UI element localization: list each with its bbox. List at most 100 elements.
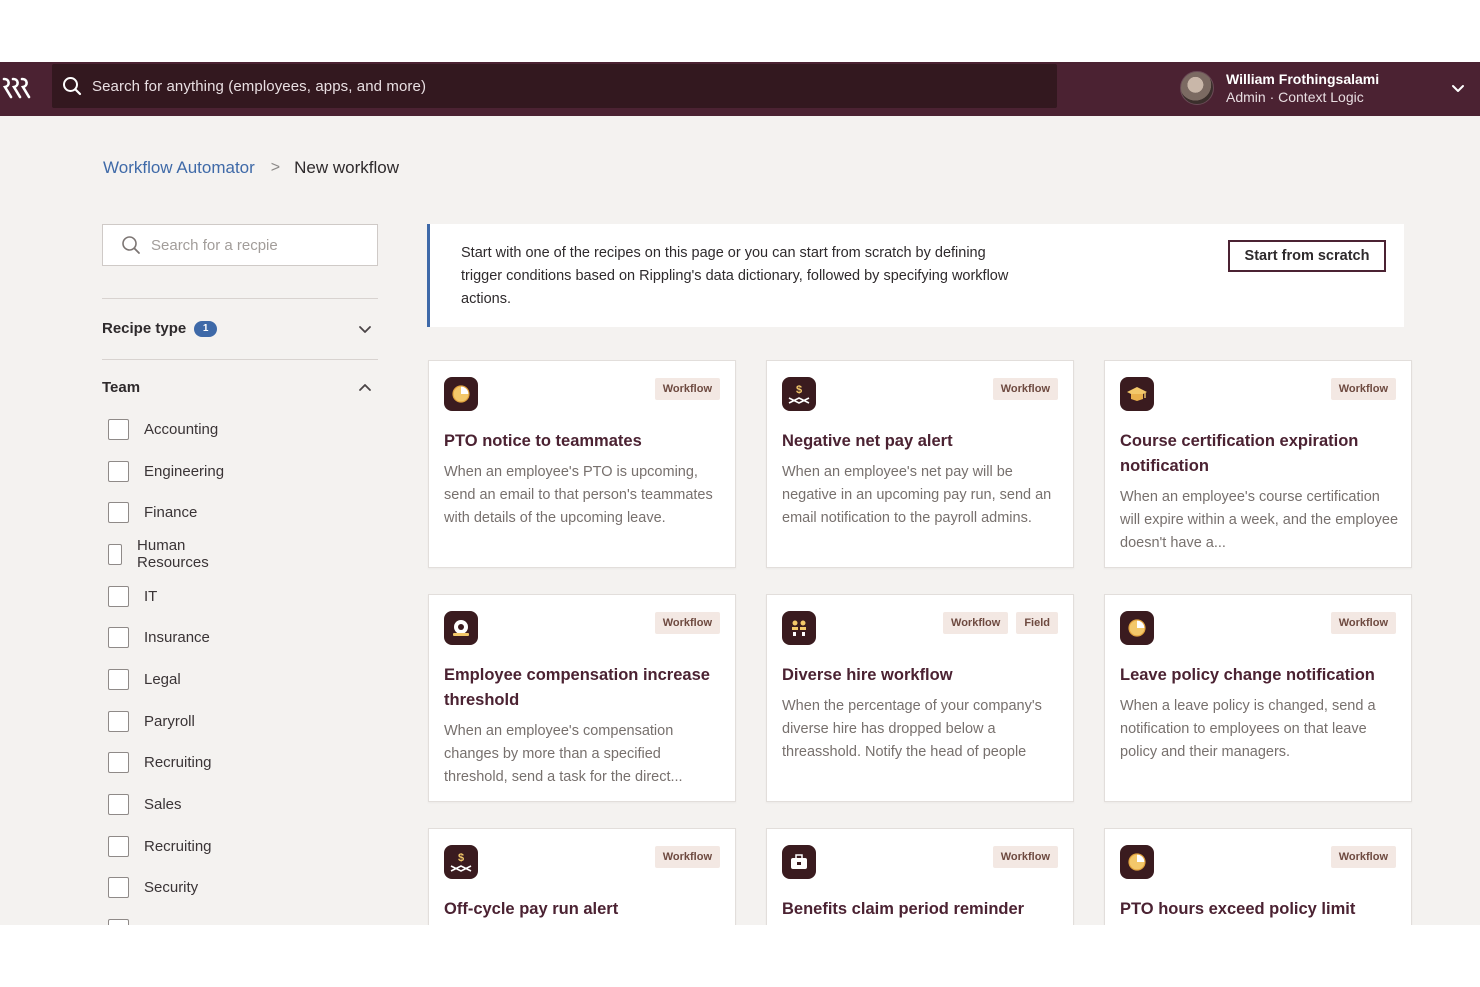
breadcrumb-workflow-automator[interactable]: Workflow Automator bbox=[103, 158, 255, 178]
card-description: When an employee's PTO is upcoming, send… bbox=[444, 464, 713, 526]
start-from-scratch-button[interactable]: Start from scratch bbox=[1228, 240, 1386, 272]
recipe-card[interactable]: $ Workflow Off-cycle pay run alert bbox=[428, 828, 736, 925]
top-navigation-bar: Search for anything (employees, apps, an… bbox=[0, 62, 1480, 116]
chevron-down-icon[interactable] bbox=[1450, 80, 1466, 96]
card-description: When an employee's course certification … bbox=[1120, 489, 1399, 551]
rippling-logo-icon[interactable] bbox=[2, 76, 32, 100]
checkbox[interactable] bbox=[108, 835, 129, 857]
pto-icon bbox=[444, 377, 478, 411]
payroll-icon: $ bbox=[444, 845, 478, 879]
team-option[interactable]: Finance bbox=[108, 501, 197, 523]
workflow-tag: Workflow bbox=[1330, 846, 1396, 868]
team-option[interactable]: Engineering bbox=[108, 460, 224, 482]
card-description: When a leave policy is changed, send a n… bbox=[1120, 698, 1376, 760]
recipe-card[interactable]: Workflow Benefits claim period reminder bbox=[766, 828, 1074, 925]
team-option[interactable] bbox=[108, 918, 129, 925]
checkbox[interactable] bbox=[108, 668, 129, 690]
recipe-card[interactable]: Workflow Course certification expiration… bbox=[1104, 360, 1412, 568]
workflow-tag: Workflow bbox=[1330, 612, 1396, 634]
checkbox[interactable] bbox=[108, 751, 129, 773]
pto-icon bbox=[1120, 611, 1154, 645]
search-icon bbox=[63, 77, 82, 96]
avatar[interactable] bbox=[1180, 71, 1214, 105]
search-icon bbox=[122, 236, 140, 254]
global-search-placeholder: Search for anything (employees, apps, an… bbox=[92, 77, 427, 95]
team-option[interactable]: Insurance bbox=[108, 626, 210, 648]
svg-text:$: $ bbox=[796, 384, 802, 396]
checkbox[interactable] bbox=[108, 418, 129, 440]
breadcrumb: Workflow Automator > New workflow bbox=[103, 158, 399, 178]
card-description: When the percentage of your company's di… bbox=[782, 698, 1042, 760]
team-option[interactable]: Recruiting bbox=[108, 751, 212, 773]
people-analytics-icon bbox=[782, 611, 816, 645]
chevron-up-icon[interactable] bbox=[358, 381, 372, 395]
sidebar-divider bbox=[102, 359, 378, 360]
sidebar-divider bbox=[102, 298, 378, 299]
team-option-label: Human Resources bbox=[137, 537, 209, 571]
card-title: Course certification expiration notifica… bbox=[1120, 432, 1359, 475]
recipe-card[interactable]: Workflow Field Diverse hire workflow Whe… bbox=[766, 594, 1074, 802]
user-menu[interactable]: William Frothingsalami Admin · Context L… bbox=[1180, 68, 1379, 108]
card-description: When an employee's compensation changes … bbox=[444, 723, 683, 785]
checkbox[interactable] bbox=[108, 793, 129, 815]
intro-text: Start with one of the recipes on this pa… bbox=[461, 245, 1009, 307]
card-description: When an employee's net pay will be negat… bbox=[782, 464, 1052, 526]
card-title: Employee compensation increase threshold bbox=[444, 666, 710, 709]
team-option-label: Insurance bbox=[144, 628, 210, 646]
card-title: Diverse hire workflow bbox=[782, 666, 953, 684]
team-option-label: Security bbox=[144, 878, 199, 896]
breadcrumb-current-page: New workflow bbox=[294, 158, 399, 177]
team-option-label: Legal bbox=[144, 670, 181, 688]
card-title: Leave policy change notification bbox=[1120, 666, 1375, 684]
recipe-search-input[interactable] bbox=[151, 236, 351, 254]
team-option[interactable]: Legal bbox=[108, 668, 181, 690]
checkbox[interactable] bbox=[108, 501, 129, 523]
team-option-label: IT bbox=[144, 587, 158, 605]
team-option[interactable]: Human Resources bbox=[108, 537, 216, 571]
card-title: PTO notice to teammates bbox=[444, 432, 642, 450]
team-filter[interactable]: Team bbox=[102, 379, 378, 396]
checkbox[interactable] bbox=[108, 918, 129, 925]
app-frame: Search for anything (employees, apps, an… bbox=[0, 62, 1480, 925]
checkbox[interactable] bbox=[108, 585, 129, 607]
checkbox[interactable] bbox=[108, 710, 129, 732]
workflow-tag: Workflow bbox=[654, 612, 720, 634]
recipe-type-count-badge: 1 bbox=[194, 320, 218, 337]
card-title: PTO hours exceed policy limit bbox=[1120, 900, 1356, 918]
team-option-label: Sales bbox=[144, 795, 182, 813]
team-option-label: Recruiting bbox=[144, 837, 212, 855]
recipe-card[interactable]: $ Workflow Negative net pay alert When a… bbox=[766, 360, 1074, 568]
recipe-search-field[interactable] bbox=[102, 224, 378, 266]
svg-text:$: $ bbox=[458, 852, 464, 864]
recipe-card[interactable]: Workflow PTO notice to teammates When an… bbox=[428, 360, 736, 568]
user-name: William Frothingsalami bbox=[1226, 71, 1380, 87]
checkbox[interactable] bbox=[108, 460, 129, 482]
recipe-card[interactable]: Workflow Employee compensation increase … bbox=[428, 594, 736, 802]
team-option-label: Engineering bbox=[144, 462, 225, 480]
workflow-tag: Workflow bbox=[654, 378, 720, 400]
checkbox[interactable] bbox=[108, 876, 129, 898]
workflow-tag: Workflow bbox=[992, 846, 1058, 868]
global-search-bar[interactable]: Search for anything (employees, apps, an… bbox=[52, 64, 1057, 108]
team-option[interactable]: Accounting bbox=[108, 418, 218, 440]
card-title: Benefits claim period reminder bbox=[782, 900, 1025, 918]
recipe-type-filter[interactable]: Recipe type 1 bbox=[102, 320, 378, 337]
team-filter-label: Team bbox=[102, 379, 141, 396]
recipe-card[interactable]: Workflow PTO hours exceed policy limit bbox=[1104, 828, 1412, 925]
intro-banner: Start with one of the recipes on this pa… bbox=[427, 224, 1404, 327]
team-option[interactable]: Security bbox=[108, 876, 198, 898]
chevron-down-icon[interactable] bbox=[358, 322, 372, 336]
briefcase-icon bbox=[782, 845, 816, 879]
team-option[interactable]: Recruiting bbox=[108, 835, 212, 857]
team-option[interactable]: Paryroll bbox=[108, 710, 195, 732]
team-option-label: Finance bbox=[144, 503, 198, 521]
checkbox[interactable] bbox=[108, 626, 129, 648]
team-option[interactable]: IT bbox=[108, 585, 157, 607]
workflow-tag: Workflow bbox=[992, 378, 1058, 400]
team-option[interactable]: Sales bbox=[108, 793, 182, 815]
team-option-label: Accounting bbox=[144, 420, 219, 438]
workflow-tag: Workflow bbox=[654, 846, 720, 868]
field-tag: Field bbox=[1016, 612, 1058, 634]
checkbox[interactable] bbox=[108, 543, 123, 565]
recipe-card[interactable]: Workflow Leave policy change notificatio… bbox=[1104, 594, 1412, 802]
